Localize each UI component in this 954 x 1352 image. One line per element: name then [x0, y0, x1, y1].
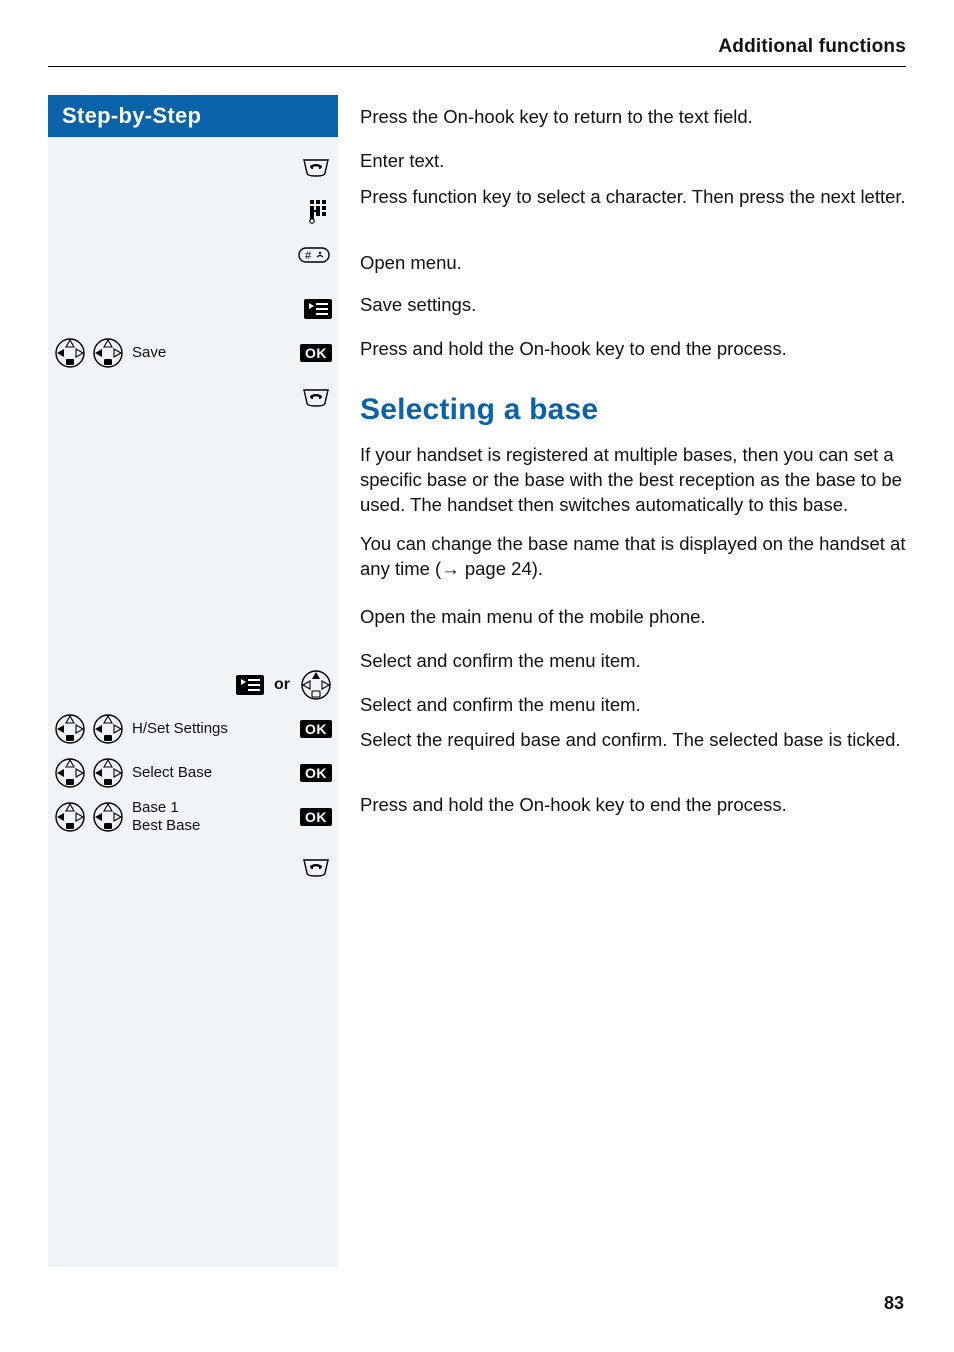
base-option-line1: Base 1 — [132, 799, 179, 816]
step-text: Open the main menu of the mobile phone. — [360, 605, 706, 630]
left-row-hashkey — [48, 233, 338, 277]
left-row-menu — [48, 287, 338, 331]
nav-key-icon — [54, 337, 86, 369]
keypad-icon — [304, 197, 332, 225]
menu-key-icon — [304, 299, 332, 319]
step-text: Press and hold the On-hook key to end th… — [360, 793, 787, 818]
step-text: Press and hold the On-hook key to end th… — [360, 337, 787, 362]
left-row-menu-or-nav: or — [48, 663, 338, 707]
instruction-text-column: Press the On-hook key to return to the t… — [360, 95, 906, 1267]
running-header: Additional functions — [48, 36, 906, 67]
step-text: Open menu. — [360, 251, 462, 276]
step-text: Save settings. — [360, 293, 476, 318]
base-option-label: Base 1 Best Base — [124, 799, 300, 835]
nav-key-icon — [92, 337, 124, 369]
nav-key-icon — [54, 757, 86, 789]
or-label: or — [274, 676, 290, 694]
page-reference: page 24). — [460, 558, 543, 579]
nav-key-icon — [92, 713, 124, 745]
left-row-save: Save OK — [48, 331, 338, 375]
step-by-step-title: Step-by-Step — [48, 95, 338, 137]
left-row-hset: H/Set Settings OK — [48, 707, 338, 751]
ok-key-badge: OK — [300, 344, 332, 362]
nav-key-icon — [54, 713, 86, 745]
onhook-key-icon — [300, 857, 332, 877]
nav-key-icon — [300, 669, 332, 701]
page-number: 83 — [884, 1293, 904, 1314]
ok-key-badge: OK — [300, 808, 332, 826]
step-by-step-panel: Step-by-Step — [48, 95, 338, 1267]
nav-key-icon — [54, 801, 86, 833]
step-text: Press the On-hook key to return to the t… — [360, 105, 753, 130]
left-row-select-base: Select Base OK — [48, 751, 338, 795]
left-row-base-options: Base 1 Best Base OK — [48, 795, 338, 839]
step-text: Select and confirm the menu item. — [360, 693, 641, 718]
step-text: Select and confirm the menu item. — [360, 649, 641, 674]
onhook-key-icon — [300, 387, 332, 407]
arrow-icon: → — [441, 558, 460, 579]
onhook-key-icon — [300, 157, 332, 177]
ok-key-badge: OK — [300, 764, 332, 782]
hset-settings-label: H/Set Settings — [124, 720, 300, 738]
left-row-onhook-1 — [48, 145, 338, 189]
body-paragraph: You can change the base name that is dis… — [360, 532, 906, 582]
step-text: Enter text. — [360, 149, 444, 174]
left-row-keypad — [48, 189, 338, 233]
step-by-step-body: Save OK or — [48, 137, 338, 1267]
nav-key-icon — [92, 801, 124, 833]
ok-key-badge: OK — [300, 720, 332, 738]
body-paragraph: If your handset is registered at multipl… — [360, 443, 906, 518]
left-row-onhook-3 — [48, 845, 338, 889]
section-heading: Selecting a base — [360, 393, 906, 427]
step-text: Press function key to select a character… — [360, 185, 906, 210]
save-menu-label: Save — [124, 344, 300, 362]
two-column-layout: Step-by-Step — [48, 95, 906, 1267]
hash-key-icon — [296, 245, 332, 265]
manual-page: Additional functions Step-by-Step — [0, 0, 954, 1352]
select-base-label: Select Base — [124, 764, 300, 782]
nav-key-icon — [92, 757, 124, 789]
menu-key-icon — [236, 675, 264, 695]
step-text: Select the required base and confirm. Th… — [360, 728, 901, 753]
left-row-onhook-2 — [48, 375, 338, 419]
base-option-line2: Best Base — [132, 817, 200, 834]
